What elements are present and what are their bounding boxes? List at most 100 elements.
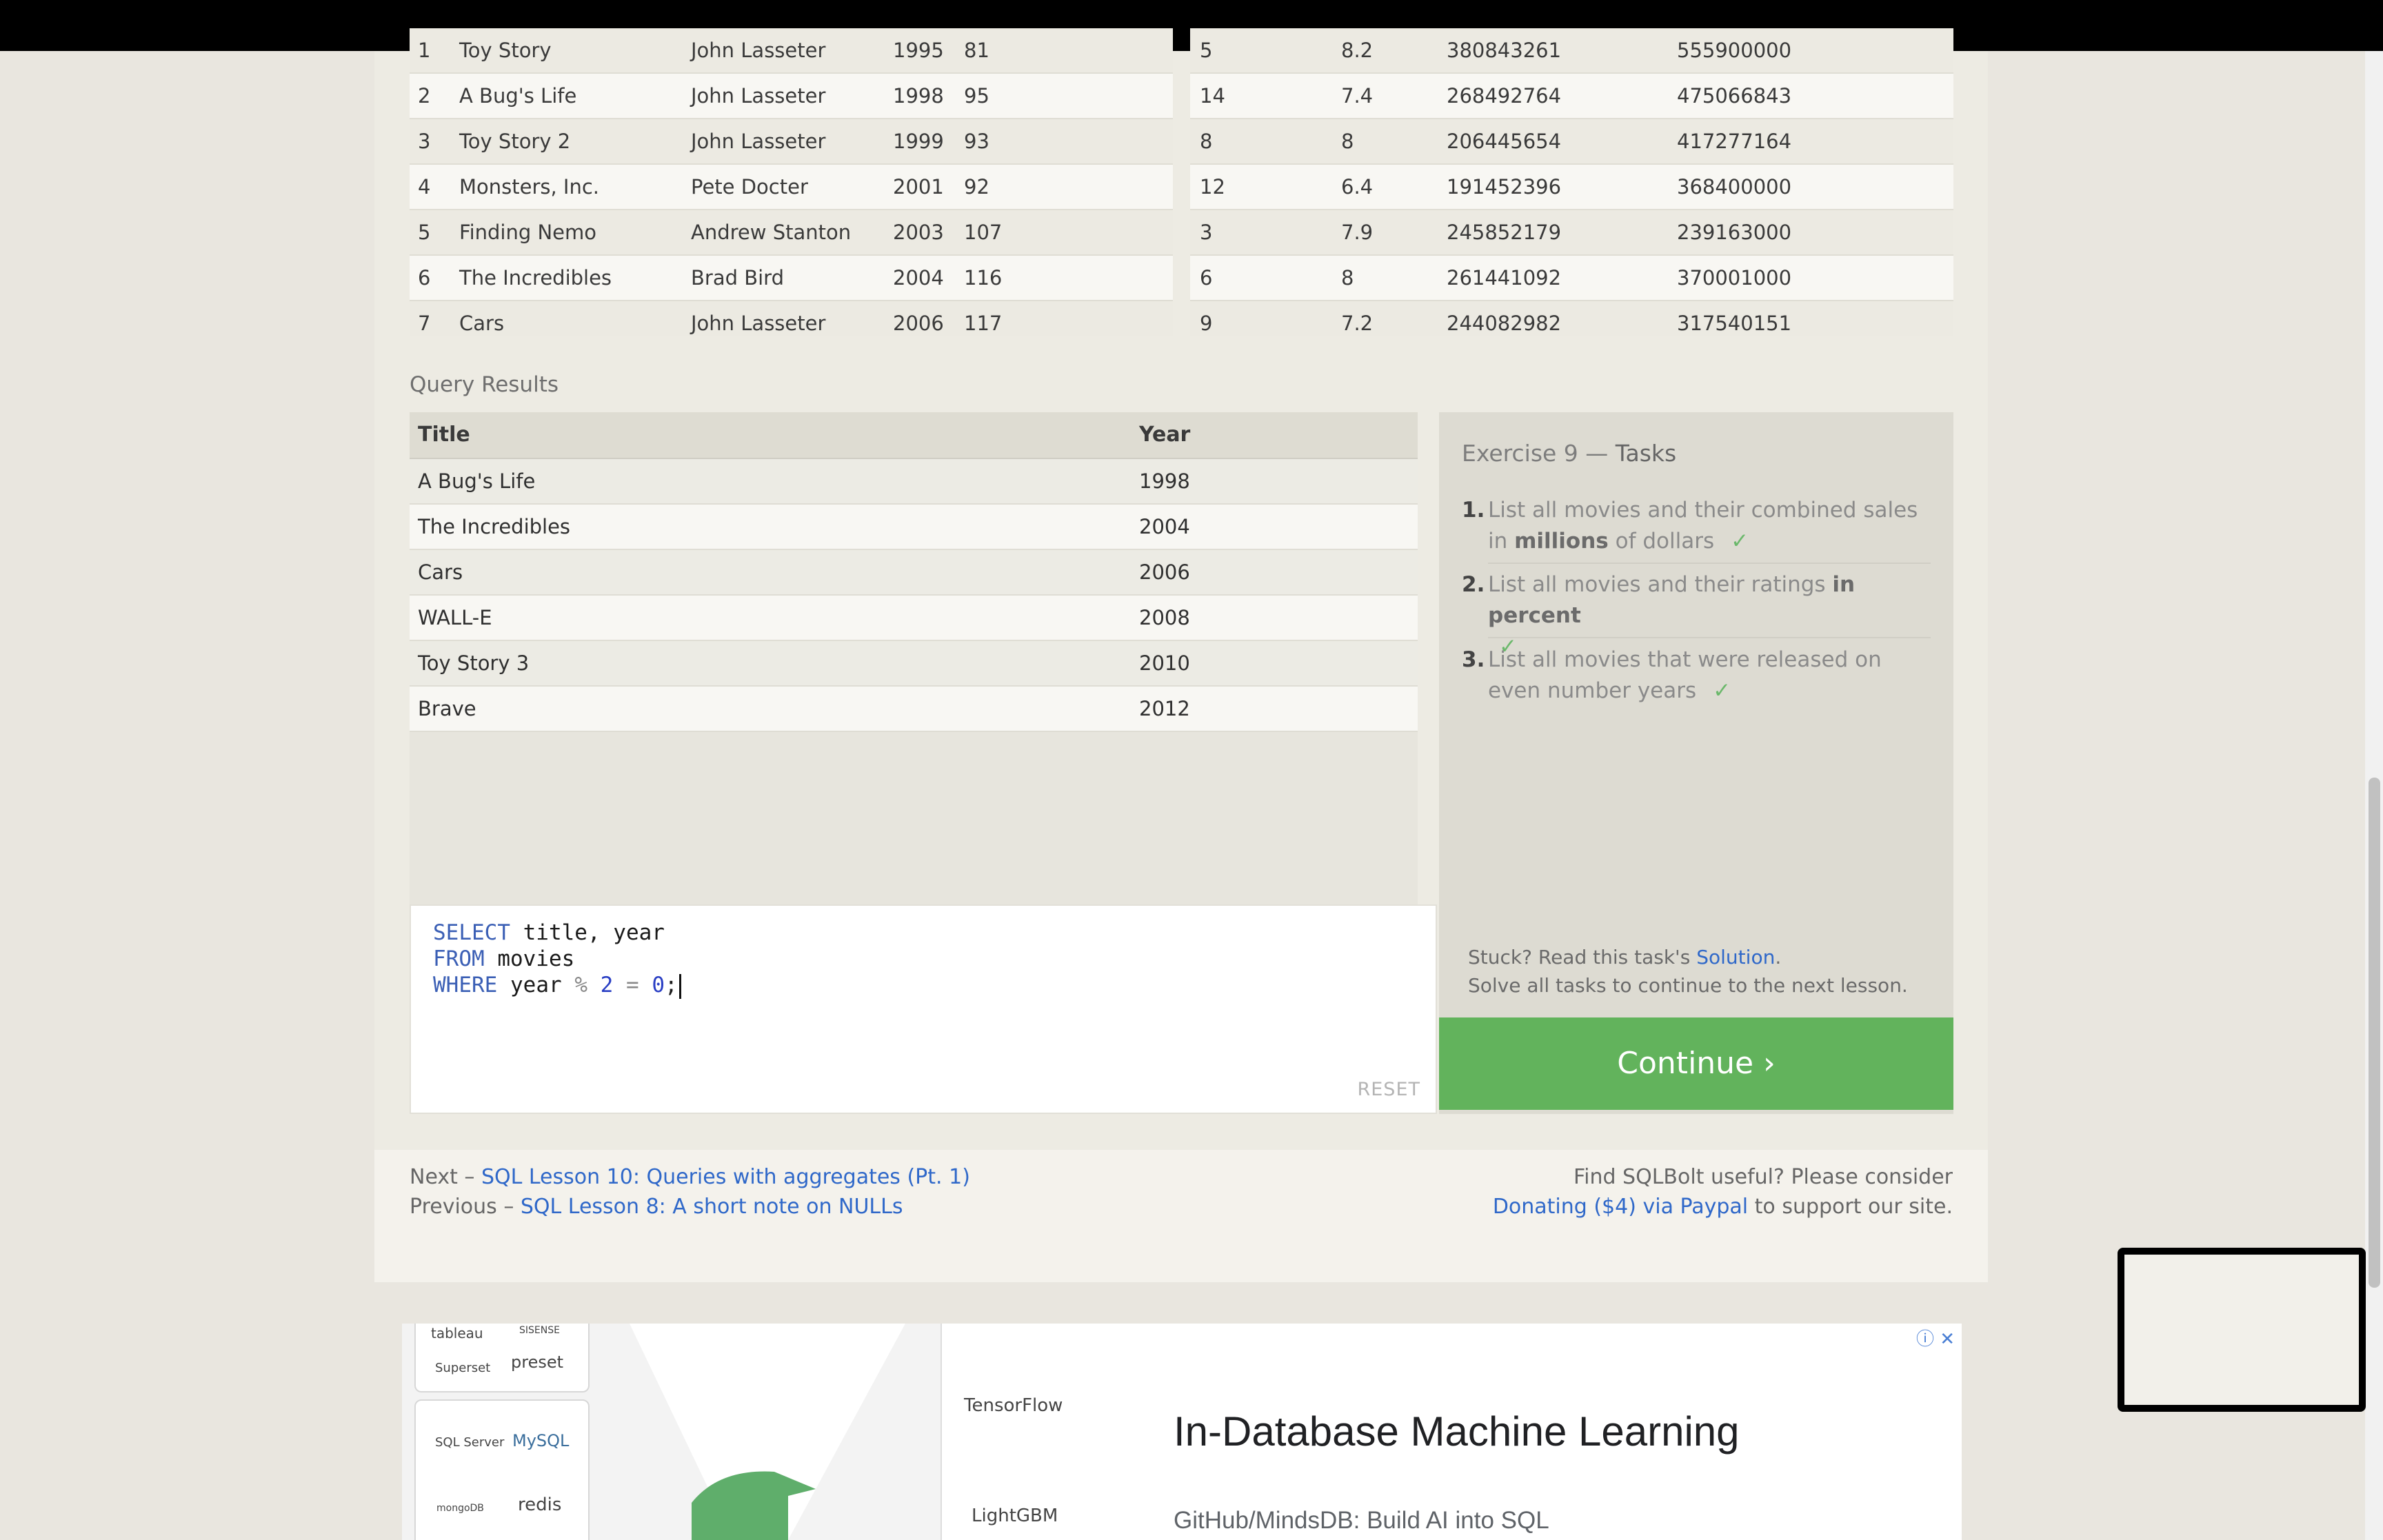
donate-link[interactable]: Donating ($4) via Paypal (1493, 1195, 1748, 1219)
mongodb-logo: mongoDB (436, 1503, 484, 1514)
query-results-label: Query Results (410, 372, 559, 397)
table-cell: 245852179 (1447, 221, 1562, 244)
table-cell: Toy Story (459, 39, 552, 62)
ad-choices-icon[interactable]: ⓘ ✕ (1916, 1325, 1955, 1350)
solve-all-text: Solve all tasks to continue to the next … (1468, 974, 1908, 997)
table-row: 8 8 206445654 417277164 (1190, 119, 1953, 165)
table-cell: 116 (964, 266, 1003, 290)
solution-link[interactable]: Solution (1696, 946, 1775, 969)
table-cell: Finding Nemo (459, 221, 597, 244)
table-cell: 261441092 (1447, 266, 1562, 290)
table-cell: 370001000 (1677, 266, 1792, 290)
continue-button[interactable]: Continue › (1439, 1017, 1953, 1110)
table-cell: 9 (1200, 312, 1213, 335)
sql-operator: % (574, 973, 587, 997)
task-item-2: 2. List all movies and their ratings in … (1462, 569, 1931, 659)
movies-table[interactable]: 1 Toy Story John Lasseter 1995 81 2 A Bug's Li… (410, 28, 1173, 336)
table-cell: The Incredibles (459, 266, 612, 290)
boxoffice-table[interactable]: 5 8.2 380843261 555900000 14 7.4 268492764 4750… (1190, 28, 1953, 336)
table-cell: John Lasseter (691, 84, 826, 108)
table-cell: 2012 (1139, 697, 1190, 720)
table-cell: Cars (459, 312, 505, 335)
superset-logo: Superset (435, 1361, 491, 1375)
table-cell: Brave (418, 697, 476, 720)
table-cell: 268492764 (1447, 84, 1562, 108)
previous-lesson-link[interactable]: SQL Lesson 8: A short note on NULLs (521, 1195, 903, 1219)
exercise-area: 1 Toy Story John Lasseter 1995 81 2 A Bug's Li… (374, 28, 1988, 1150)
lightgbm-logo: LightGBM (972, 1506, 1058, 1526)
table-cell: 95 (964, 84, 989, 108)
table-cell: 317540151 (1677, 312, 1792, 335)
sql-text: movies (484, 946, 575, 971)
table-cell: 5 (1200, 39, 1213, 62)
table-cell: 2001 (893, 175, 944, 199)
task-number: 3. (1462, 647, 1485, 672)
table-cell: 380843261 (1447, 39, 1562, 62)
table-cell: 92 (964, 175, 989, 199)
db-logos-box: SQL Server MySQL mongoDB redis (414, 1399, 590, 1540)
table-row: Cars 2006 (410, 550, 1418, 596)
query-results-table: Title Year A Bug's Life 1998 The Incredibl… (410, 412, 1418, 954)
table-cell: 107 (964, 221, 1003, 244)
table-cell: 2 (418, 84, 431, 108)
table-cell: Pete Docter (691, 175, 808, 199)
reset-button[interactable]: RESET (1357, 1079, 1420, 1100)
table-cell: 475066843 (1677, 84, 1792, 108)
sql-keyword: WHERE (433, 973, 498, 997)
table-cell: 7.2 (1341, 312, 1374, 335)
table-cell: Cars (418, 560, 463, 584)
checkmark-icon: ✓ (1731, 529, 1749, 554)
table-cell: 6 (418, 266, 431, 290)
sql-number: 0 (639, 973, 665, 997)
task-text: List all movies and their combined sales… (1488, 498, 1918, 554)
task-divider (1488, 637, 1931, 638)
task-item-1: 1. List all movies and their combined sa… (1462, 495, 1931, 557)
ad-text-area[interactable]: In-Database Machine Learning GitHub/Mind… (1136, 1324, 1962, 1540)
table-cell: A Bug's Life (459, 84, 577, 108)
table-cell: 2006 (1139, 560, 1190, 584)
results-header-row: Title Year (410, 412, 1418, 459)
tableau-logo: tableau (431, 1325, 483, 1341)
checkmark-icon: ✓ (1713, 678, 1731, 703)
donation-note: Find SQLBolt useful? Please consider Don… (1492, 1165, 1953, 1219)
next-lesson-link[interactable]: SQL Lesson 10: Queries with aggregates (… (481, 1165, 970, 1189)
table-cell: 4 (418, 175, 431, 199)
table-cell: 368400000 (1677, 175, 1792, 199)
table-cell: 93 (964, 130, 989, 153)
sql-editor[interactable]: SELECT title, year FROM movies WHERE yea… (410, 904, 1437, 1114)
sql-text: ; (664, 973, 678, 997)
table-row: 5 8.2 380843261 555900000 (1190, 28, 1953, 74)
page-scrollbar[interactable] (2365, 51, 2383, 1540)
table-row: Toy Story 3 2010 (410, 641, 1418, 687)
table-cell: Toy Story 3 (418, 651, 530, 675)
table-cell: 6 (1200, 266, 1213, 290)
table-cell: 3 (418, 130, 431, 153)
table-cell: 7 (418, 312, 431, 335)
redis-logo: redis (518, 1495, 562, 1515)
table-cell: 12 (1200, 175, 1225, 199)
table-row: Brave 2012 (410, 687, 1418, 732)
table-cell: 7.9 (1341, 221, 1374, 244)
table-cell: Monsters, Inc. (459, 175, 600, 199)
table-row: 5 Finding Nemo Andrew Stanton 2003 107 (410, 210, 1173, 256)
table-cell: 8 (1341, 266, 1354, 290)
table-cell: Brad Bird (691, 266, 784, 290)
tasks-panel: Exercise 9 — Tasks 1. List all movies an… (1439, 412, 1953, 1114)
table-cell: 5 (418, 221, 431, 244)
sql-code[interactable]: SELECT title, year FROM movies WHERE yea… (433, 920, 681, 999)
ad-subtitle[interactable]: GitHub/MindsDB: Build AI into SQL (1174, 1507, 1549, 1534)
table-cell: 1999 (893, 130, 944, 153)
advertisement[interactable]: tableau SISENSE Superset preset SQL Serv… (402, 1324, 1962, 1540)
page-thumbnail-preview[interactable] (2118, 1248, 2366, 1412)
table-cell: 191452396 (1447, 175, 1562, 199)
results-header-year: Year (1139, 423, 1191, 447)
ad-title[interactable]: In-Database Machine Learning (1174, 1408, 1740, 1455)
task-number: 1. (1462, 498, 1485, 523)
scrollbar-thumb[interactable] (2369, 778, 2380, 1288)
lesson-panel: 1 Toy Story John Lasseter 1995 81 2 A Bug's Li… (374, 28, 1988, 1282)
task-item-3: 3. List all movies that were released on… (1462, 645, 1931, 707)
table-cell: 8.2 (1341, 39, 1374, 62)
table-cell: 1998 (1139, 469, 1190, 493)
sql-number: 2 (587, 973, 626, 997)
task-number: 2. (1462, 572, 1485, 597)
